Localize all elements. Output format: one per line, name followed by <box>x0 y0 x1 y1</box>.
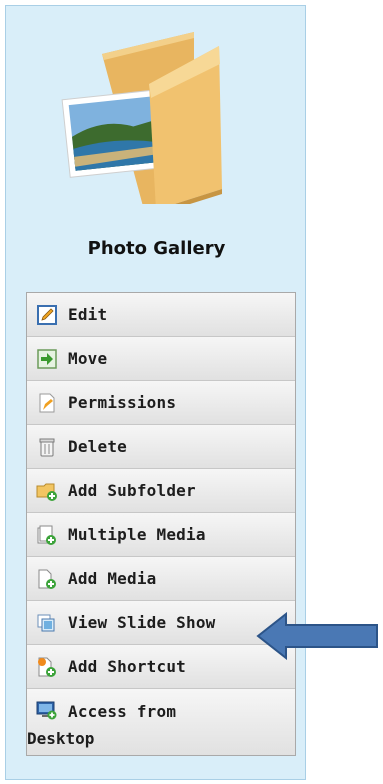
gallery-title: Photo Gallery <box>87 238 226 259</box>
desktop-access-icon <box>36 699 58 721</box>
menu-item-label: View Slide Show <box>68 613 216 632</box>
menu-item-label: Edit <box>68 305 108 324</box>
delete-icon <box>36 436 58 458</box>
menu-item-move[interactable]: Move <box>27 337 295 381</box>
pointer-arrow-icon <box>256 611 380 661</box>
menu-item-label: Add Media <box>68 569 157 588</box>
menu-item-label: Access from <box>68 702 177 721</box>
action-menu: Edit Move Permissions Delete Add Subfold… <box>26 292 296 756</box>
add-shortcut-icon <box>36 656 58 678</box>
menu-item-label: Delete <box>68 437 127 456</box>
menu-item-add-subfolder[interactable]: Add Subfolder <box>27 469 295 513</box>
menu-item-view-slide-show[interactable]: View Slide Show <box>27 601 295 645</box>
menu-item-label: Permissions <box>68 393 177 412</box>
edit-icon <box>36 304 58 326</box>
permissions-icon <box>36 392 58 414</box>
menu-item-delete[interactable]: Delete <box>27 425 295 469</box>
menu-item-edit[interactable]: Edit <box>27 293 295 337</box>
menu-item-label-continued: Desktop <box>27 729 95 748</box>
menu-item-add-media[interactable]: Add Media <box>27 557 295 601</box>
menu-item-label: Add Shortcut <box>68 657 186 676</box>
menu-item-access-from-desktop[interactable]: Access from Desktop <box>27 689 295 755</box>
menu-item-add-shortcut[interactable]: Add Shortcut <box>27 645 295 689</box>
slideshow-icon <box>36 612 58 634</box>
menu-item-multiple-media[interactable]: Multiple Media <box>27 513 295 557</box>
move-icon <box>36 348 58 370</box>
menu-item-permissions[interactable]: Permissions <box>27 381 295 425</box>
menu-item-label: Move <box>68 349 108 368</box>
photo-folder-icon <box>44 24 244 214</box>
menu-item-label: Multiple Media <box>68 525 206 544</box>
add-subfolder-icon <box>36 480 58 502</box>
add-media-icon <box>36 568 58 590</box>
menu-item-label: Add Subfolder <box>68 481 196 500</box>
multiple-media-icon <box>36 524 58 546</box>
